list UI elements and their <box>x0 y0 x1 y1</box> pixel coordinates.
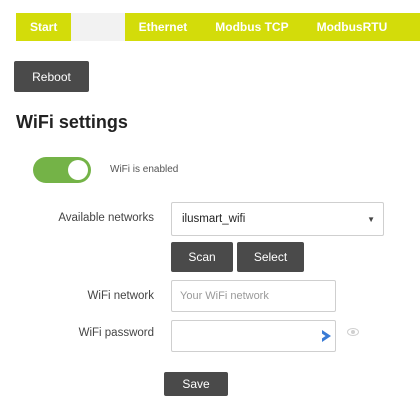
password-manager-icon[interactable] <box>322 330 331 342</box>
wifi-network-label: WiFi network <box>87 290 154 302</box>
tab-modbus-tcp[interactable]: Modbus TCP <box>201 13 302 41</box>
top-nav: Start WiFi Ethernet Modbus TCP ModbusRTU <box>16 13 420 41</box>
wifi-network-placeholder: Your WiFi network <box>180 290 269 302</box>
wifi-password-input[interactable] <box>171 320 336 352</box>
toggle-knob <box>68 160 88 180</box>
chevron-down-icon: ▼ <box>367 215 375 224</box>
wifi-network-input[interactable]: Your WiFi network <box>171 280 336 312</box>
selected-network: ilusmart_wifi <box>182 213 246 225</box>
scan-button[interactable]: Scan <box>171 242 233 272</box>
wifi-enabled-toggle[interactable] <box>33 157 91 183</box>
reboot-button[interactable]: Reboot <box>14 61 89 92</box>
page-title: WiFi settings <box>16 112 128 132</box>
save-button[interactable]: Save <box>164 372 228 396</box>
available-networks-label: Available networks <box>58 212 154 224</box>
tab-wifi[interactable]: WiFi <box>71 13 125 41</box>
tab-ethernet[interactable]: Ethernet <box>125 13 202 41</box>
wifi-enabled-label: WiFi is enabled <box>110 164 179 175</box>
wifi-password-label: WiFi password <box>78 327 154 339</box>
available-networks-select[interactable]: ilusmart_wifi ▼ <box>171 202 384 236</box>
select-button[interactable]: Select <box>237 242 304 272</box>
eye-icon[interactable] <box>347 328 359 336</box>
tab-start[interactable]: Start <box>16 13 71 41</box>
tab-modbus-rtu[interactable]: ModbusRTU <box>303 13 402 41</box>
